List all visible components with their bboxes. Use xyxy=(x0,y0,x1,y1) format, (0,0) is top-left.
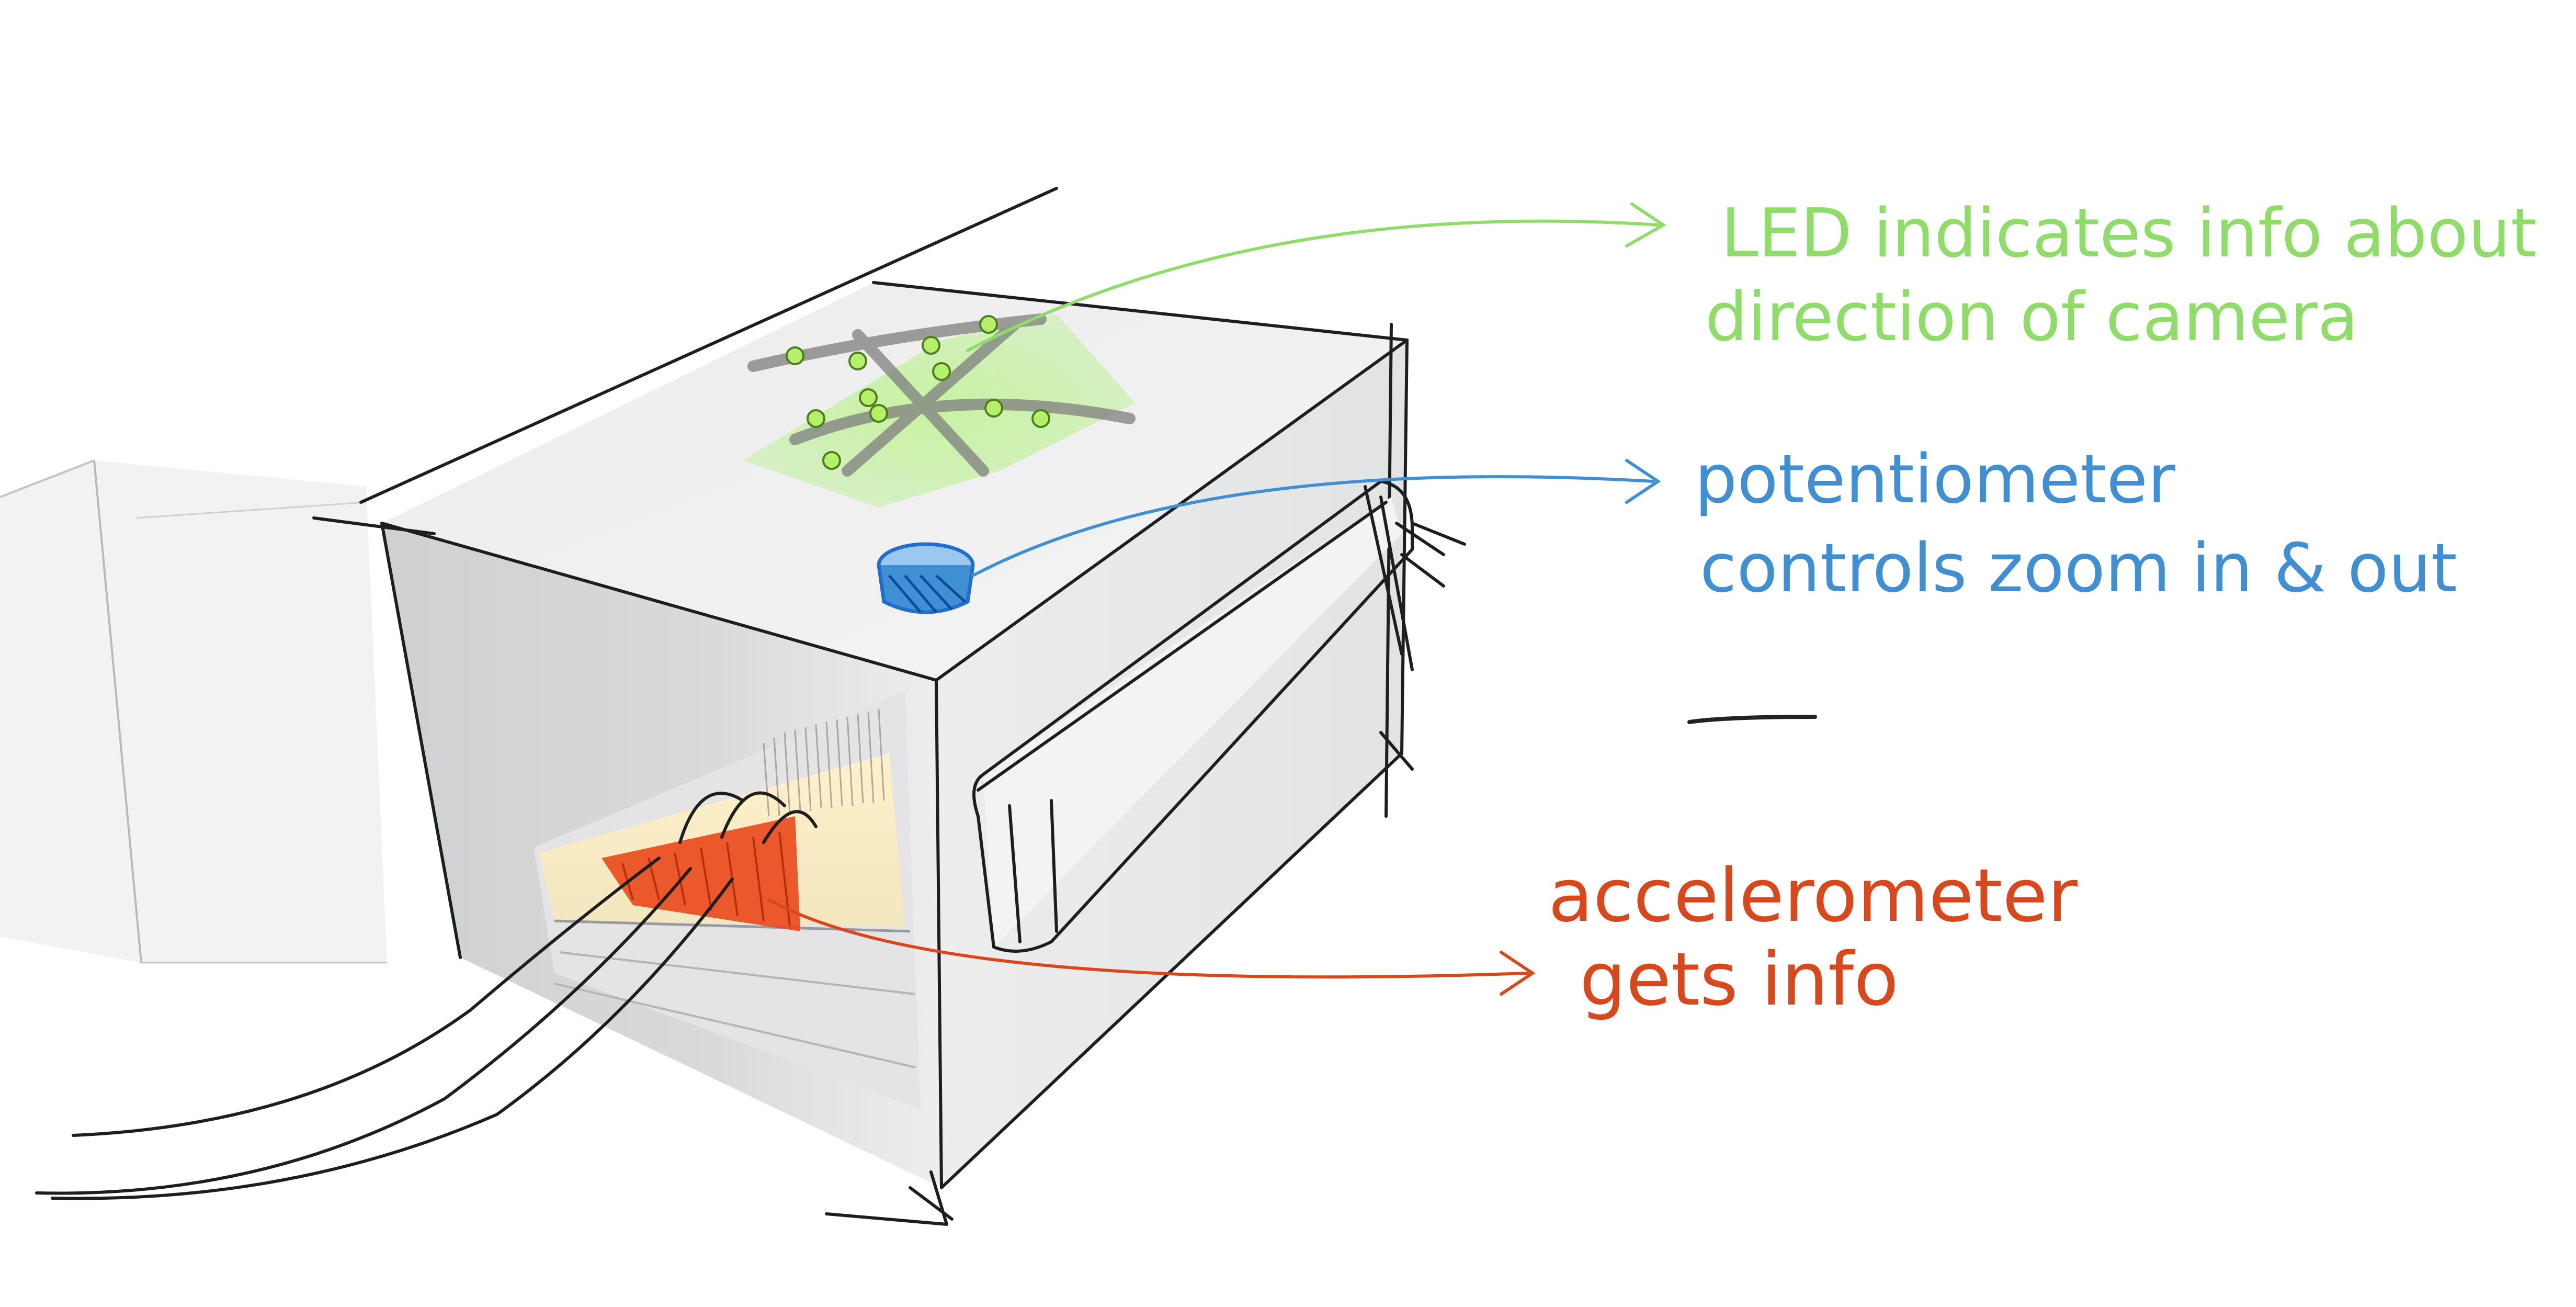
led-dot xyxy=(822,451,841,470)
led-annotation: LED indicates info about direction of ca… xyxy=(1705,195,2537,356)
led-annotation-line1: LED indicates info about xyxy=(1721,195,2537,273)
accelerometer-annotation-line2: gets info xyxy=(1580,937,1899,1022)
led-dot xyxy=(786,346,804,365)
led-dot xyxy=(869,404,888,423)
device-concept-sketch: LED indicates info about direction of ca… xyxy=(0,187,2537,1226)
potentiometer-annotation-line1: potentiometer xyxy=(1695,441,2175,519)
led-dot xyxy=(807,409,825,428)
potentiometer-annotation: potentiometer controls zoom in & out xyxy=(1695,441,2457,607)
led-dot xyxy=(984,399,1003,418)
led-dot xyxy=(1031,409,1050,428)
led-dot xyxy=(922,336,940,355)
accelerometer-annotation: accelerometer gets info xyxy=(1548,853,2078,1022)
led-dot xyxy=(932,362,951,381)
accelerometer-annotation-line1: accelerometer xyxy=(1548,853,2078,939)
potentiometer-knob xyxy=(877,542,975,614)
led-annotation-line2: direction of camera xyxy=(1705,278,2358,356)
potentiometer-annotation-line2: controls zoom in & out xyxy=(1700,529,2457,607)
led-dot xyxy=(859,388,878,407)
led-dot xyxy=(848,352,867,370)
background-wall xyxy=(0,459,387,964)
led-dot xyxy=(979,315,998,334)
